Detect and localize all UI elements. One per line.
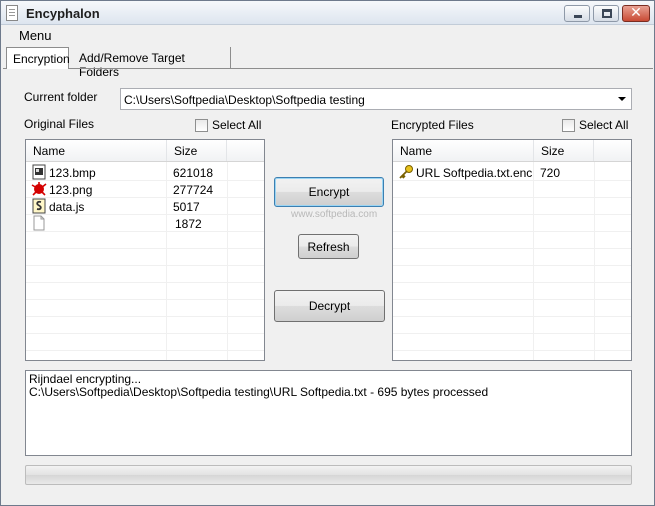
log-line: C:\Users\Softpedia\Desktop\Softpedia tes… xyxy=(29,385,489,399)
maximize-button[interactable] xyxy=(593,5,619,22)
file-size: 277724 xyxy=(173,183,214,197)
empty-row xyxy=(26,317,264,334)
maximize-icon xyxy=(602,9,612,18)
minimize-button[interactable] xyxy=(564,5,590,22)
current-folder-combobox[interactable]: C:\Users\Softpedia\Desktop\Softpedia tes… xyxy=(120,88,632,110)
original-files-list[interactable]: Name Size 123.bmp 621018 123.png 277724 xyxy=(25,139,265,361)
file-size: 1872 xyxy=(175,217,202,231)
empty-row xyxy=(26,300,264,317)
encrypted-files-header: Name Size xyxy=(393,140,631,162)
log-output[interactable]: Rijndael encrypting... C:\Users\Softpedi… xyxy=(25,370,632,456)
progress-bar xyxy=(25,465,632,485)
list-item[interactable]: 123.bmp 621018 xyxy=(26,164,264,181)
column-header-name[interactable]: Name xyxy=(393,140,534,161)
tab-encryption[interactable]: Encryption xyxy=(6,47,70,69)
encrypted-files-list[interactable]: Name Size URL Softpedia.txt.enc 720 xyxy=(392,139,632,361)
file-name: URL Softpedia.txt.enc xyxy=(416,166,533,180)
file-size: 5017 xyxy=(173,200,200,214)
original-select-all-checkbox[interactable] xyxy=(195,119,208,132)
empty-row xyxy=(393,334,631,351)
empty-row xyxy=(26,232,264,249)
png-file-icon xyxy=(31,182,47,196)
file-name: data.js xyxy=(49,200,85,214)
file-name: 123.png xyxy=(49,183,93,197)
refresh-button[interactable]: Refresh xyxy=(298,234,359,259)
empty-row xyxy=(393,249,631,266)
current-folder-value: C:\Users\Softpedia\Desktop\Softpedia tes… xyxy=(124,93,365,107)
original-files-label: Original Files xyxy=(24,117,95,131)
list-item[interactable]: URL Softpedia.txt.enc 720 xyxy=(393,164,631,181)
menu-bar: Menu xyxy=(1,25,654,45)
app-window: Encyphalon ✕ Menu Encryption Add/Remove … xyxy=(0,0,655,506)
empty-row xyxy=(393,283,631,300)
list-item[interactable]: 123.png 277724 xyxy=(26,181,264,198)
key-file-icon xyxy=(399,165,413,179)
list-item[interactable]: 1872 xyxy=(26,215,264,232)
chevron-down-icon[interactable] xyxy=(618,97,626,101)
empty-row xyxy=(26,249,264,266)
empty-row xyxy=(26,283,264,300)
close-button[interactable]: ✕ xyxy=(622,5,650,22)
empty-row xyxy=(393,215,631,232)
file-size: 720 xyxy=(540,166,561,180)
tab-add-remove-target-folders[interactable]: Add/Remove Target Folders xyxy=(73,47,231,79)
original-files-header: Name Size xyxy=(26,140,264,162)
column-header-size[interactable]: Size xyxy=(534,140,594,161)
title-bar[interactable]: Encyphalon ✕ xyxy=(1,1,654,25)
empty-row xyxy=(393,232,631,249)
window-title: Encyphalon xyxy=(26,6,100,21)
app-document-icon xyxy=(6,5,18,21)
column-header-size[interactable]: Size xyxy=(167,140,227,161)
minimize-icon xyxy=(574,15,582,18)
empty-row xyxy=(393,300,631,317)
empty-row xyxy=(393,317,631,334)
blank-file-icon xyxy=(33,215,45,231)
empty-row xyxy=(26,266,264,283)
encrypted-select-all-label[interactable]: Select All xyxy=(579,118,628,132)
empty-row xyxy=(393,181,631,198)
bitmap-file-icon xyxy=(32,164,46,180)
list-item[interactable]: data.js 5017 xyxy=(26,198,264,215)
script-file-icon xyxy=(32,198,46,214)
encrypted-files-label: Encrypted Files xyxy=(391,118,474,132)
column-header-name[interactable]: Name xyxy=(26,140,167,161)
file-name: 123.bmp xyxy=(49,166,96,180)
close-icon: ✕ xyxy=(630,5,642,21)
encrypted-select-all-checkbox[interactable] xyxy=(562,119,575,132)
decrypt-button[interactable]: Decrypt xyxy=(274,290,385,322)
empty-row xyxy=(393,266,631,283)
current-folder-label: Current folder xyxy=(24,90,98,104)
menu-item-menu[interactable]: Menu xyxy=(19,28,52,43)
encrypt-button[interactable]: Encrypt xyxy=(274,177,384,207)
original-select-all-label[interactable]: Select All xyxy=(212,118,261,132)
file-size: 621018 xyxy=(173,166,214,180)
empty-row xyxy=(393,198,631,215)
empty-row xyxy=(26,334,264,351)
watermark-text: www.softpedia.com xyxy=(291,209,378,220)
